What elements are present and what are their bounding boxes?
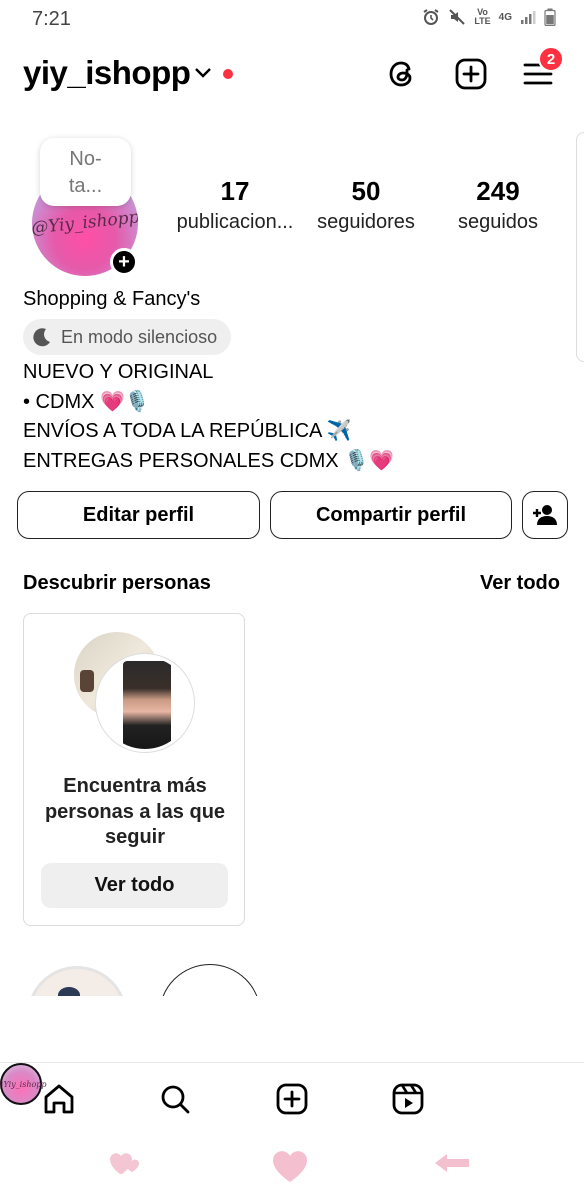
menu-badge: 2: [538, 46, 564, 72]
alarm-icon: [423, 9, 439, 25]
network-gen: 4G: [498, 11, 512, 23]
username-switcher[interactable]: yiy_ishopp: [23, 54, 191, 92]
search-icon: [161, 1085, 190, 1114]
display-name: Shopping & Fancy's: [23, 288, 201, 310]
threads-icon: [389, 61, 412, 87]
status-icons: Vo LTE 4G: [422, 8, 556, 26]
bio-line: ENVÍOS A TODA LA REPÚBLICA ✈️: [23, 420, 352, 442]
home-heart-icon[interactable]: [270, 1148, 310, 1184]
posts-label: publicacion...: [176, 211, 294, 233]
chevron-down-icon[interactable]: [194, 66, 212, 80]
recent-apps-icon[interactable]: [106, 1148, 146, 1178]
followers-stat[interactable]: 50 seguidores: [310, 176, 422, 234]
edit-profile-button[interactable]: Editar perfil: [17, 491, 260, 539]
system-navigation: [0, 1138, 584, 1200]
nav-create[interactable]: [272, 1079, 312, 1119]
bio-line: NUEVO Y ORIGINAL: [23, 361, 214, 383]
edge-panel-handle[interactable]: [576, 132, 584, 362]
following-stat[interactable]: 249 seguidos: [446, 176, 550, 234]
back-arrow-icon[interactable]: [433, 1148, 473, 1178]
quiet-mode-label: En modo silencioso: [61, 326, 218, 347]
profile-header: yiy_ishopp 2: [0, 46, 584, 100]
plus-square-icon: [455, 58, 487, 90]
nav-profile-avatar[interactable]: @Yiy_ishopp: [0, 1063, 47, 1105]
home-icon: [44, 1084, 74, 1114]
following-label: seguidos: [457, 211, 539, 233]
suggestion-card: Encuentra más personas a las que seguir …: [23, 613, 245, 926]
nav-reels[interactable]: [388, 1079, 428, 1119]
followers-label: seguidores: [317, 211, 415, 233]
suggestion-text: Encuentra más personas a las que seguir: [44, 775, 226, 848]
followers-count: 50: [351, 176, 381, 206]
notification-dot: [223, 69, 233, 79]
avatar-logo: @Yiy_ishopp: [32, 207, 138, 239]
mute-icon: [449, 9, 466, 25]
add-story-button[interactable]: +: [110, 248, 138, 276]
menu-button[interactable]: 2: [518, 46, 564, 94]
volte-indicator: Vo LTE: [474, 7, 491, 26]
quiet-mode-chip[interactable]: En modo silencioso: [23, 319, 232, 355]
note-bubble[interactable]: No-ta...: [40, 138, 131, 206]
nav-home[interactable]: [39, 1079, 79, 1119]
bio-line: ENTREGAS PERSONALES CDMX 🎙️💗: [23, 449, 394, 472]
add-person-icon: [533, 505, 557, 525]
signal-icon: [521, 11, 536, 24]
bottom-navigation: @Yiy_ishopp: [0, 1062, 584, 1138]
profile-bio: NUEVO Y ORIGINAL • CDMX 💗🎙️ ENVÍOS A TOD…: [23, 358, 394, 476]
note-text: No-ta...: [68, 148, 103, 197]
plus-square-icon: [276, 1083, 308, 1115]
status-bar: 7:21 Vo LTE 4G: [0, 0, 584, 38]
reels-icon: [392, 1083, 424, 1115]
discover-people-button[interactable]: [522, 491, 568, 539]
posts-stat[interactable]: 17 publicacion...: [170, 176, 300, 234]
moon-icon: [33, 328, 50, 347]
threads-button[interactable]: [382, 54, 422, 94]
profile-actions: Editar perfil Compartir perfil: [17, 491, 568, 539]
following-count: 249: [476, 176, 520, 206]
posts-count: 17: [220, 176, 250, 206]
suggestion-avatar-front: [96, 654, 194, 752]
status-time: 7:21: [32, 8, 71, 30]
create-button[interactable]: [451, 54, 491, 94]
nav-search[interactable]: [155, 1079, 195, 1119]
discover-people-title: Descubrir personas: [23, 572, 211, 594]
bio-line: • CDMX 💗🎙️: [23, 390, 150, 413]
battery-icon: [544, 8, 556, 26]
see-all-suggestions-button[interactable]: Ver todo: [41, 863, 228, 908]
share-profile-button[interactable]: Compartir perfil: [270, 491, 512, 539]
see-all-link[interactable]: Ver todo: [480, 572, 560, 595]
